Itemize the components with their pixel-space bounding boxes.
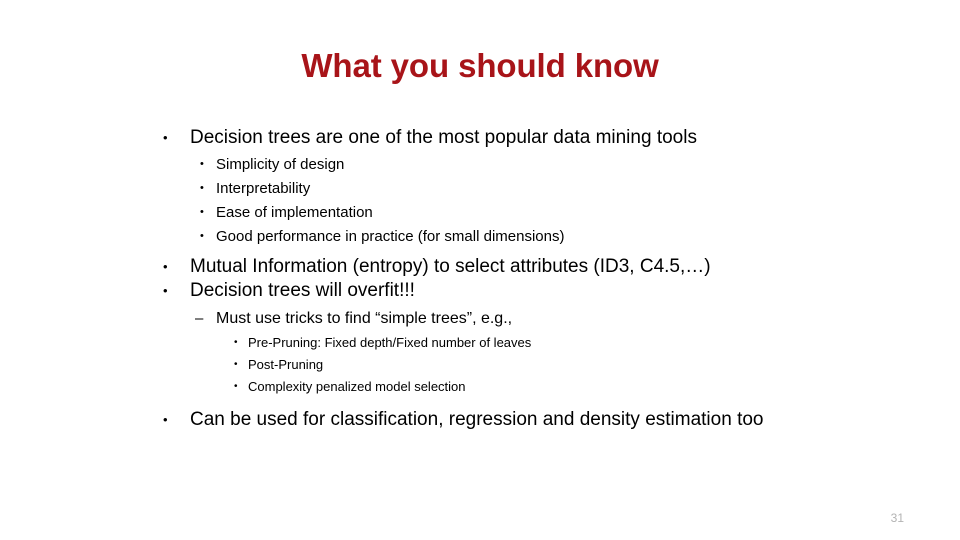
bullet-marker-icon: • bbox=[163, 283, 168, 298]
bullet-marker-icon: • bbox=[200, 206, 204, 218]
bullet-marker-icon: • bbox=[234, 359, 238, 370]
slide-title: What you should know bbox=[301, 47, 659, 84]
bullet-text: Must use tricks to find “simple trees”, … bbox=[216, 310, 513, 327]
bullet-text: Complexity penalized model selection bbox=[248, 379, 466, 394]
dash-marker-icon: – bbox=[195, 310, 204, 327]
bullet-text: Mutual Information (entropy) to select a… bbox=[190, 256, 711, 277]
bullet-item: – Must use tricks to find “simple trees”… bbox=[0, 308, 960, 329]
bullet-item: • Complexity penalized model selection bbox=[0, 378, 960, 395]
bullet-item: • Simplicity of design bbox=[0, 155, 960, 174]
bullet-text: Decision trees are one of the most popul… bbox=[190, 127, 697, 148]
slide-body: • Decision trees are one of the most pop… bbox=[0, 126, 960, 432]
bullet-text: Simplicity of design bbox=[216, 156, 345, 173]
slide-canvas: What you should know • Decision trees ar… bbox=[0, 0, 960, 540]
bullet-text: Decision trees will overfit!!! bbox=[190, 280, 415, 301]
page-number: 31 bbox=[890, 511, 904, 525]
bullet-text: Post-Pruning bbox=[248, 357, 324, 372]
bullet-marker-icon: • bbox=[200, 182, 204, 194]
bullet-marker-icon: • bbox=[234, 381, 238, 392]
bullet-marker-icon: • bbox=[163, 130, 168, 145]
bullet-item: • Interpretability bbox=[0, 179, 960, 198]
bullet-item: • Ease of implementation bbox=[0, 203, 960, 222]
bullet-item: • Pre-Pruning: Fixed depth/Fixed number … bbox=[0, 334, 960, 351]
bullet-text: Interpretability bbox=[216, 180, 311, 197]
bullet-text: Good performance in practice (for small … bbox=[216, 228, 565, 245]
bullet-item: • Decision trees are one of the most pop… bbox=[0, 126, 960, 150]
bullet-item: • Post-Pruning bbox=[0, 356, 960, 373]
bullet-marker-icon: • bbox=[234, 337, 238, 348]
bullet-marker-icon: • bbox=[200, 230, 204, 242]
bullet-text: Ease of implementation bbox=[216, 204, 373, 221]
bullet-marker-icon: • bbox=[163, 259, 168, 274]
bullet-item: • Can be used for classification, regres… bbox=[0, 408, 960, 432]
bullet-item: • Mutual Information (entropy) to select… bbox=[0, 255, 960, 279]
bullet-item: • Good performance in practice (for smal… bbox=[0, 227, 960, 246]
bullet-text: Pre-Pruning: Fixed depth/Fixed number of… bbox=[248, 335, 532, 350]
bullet-item: • Decision trees will overfit!!! bbox=[0, 279, 960, 303]
bullet-marker-icon: • bbox=[200, 158, 204, 170]
bullet-text: Can be used for classification, regressi… bbox=[190, 409, 764, 430]
bullet-marker-icon: • bbox=[163, 412, 168, 427]
